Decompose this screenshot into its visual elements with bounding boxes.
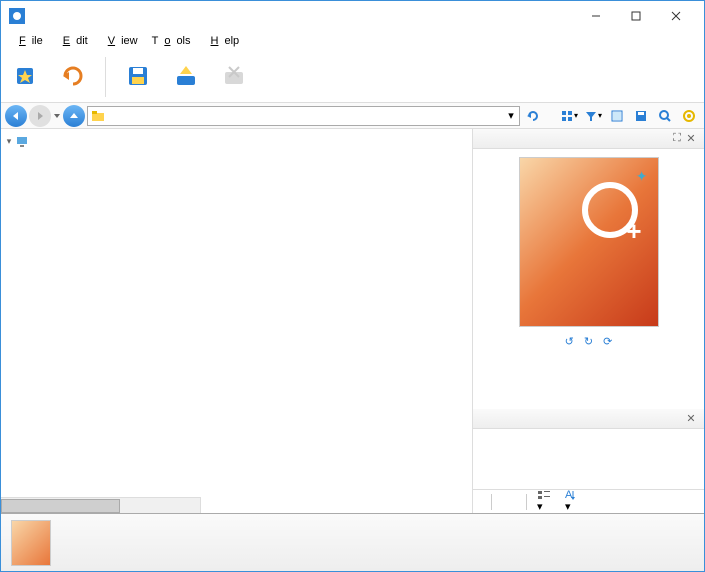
- nav-back-button[interactable]: [5, 105, 27, 127]
- mount-disk-button[interactable]: [166, 60, 206, 94]
- plus-icon: +: [626, 216, 641, 247]
- rotate-left-icon[interactable]: ↺: [565, 335, 574, 348]
- main-area: ▾ ⛶ ✕ ✦ +: [1, 129, 704, 513]
- file-panel: ⛶ ✕ ✦ + ↺ ↻ ⟳ ✕: [201, 129, 704, 513]
- preview-expand-icon[interactable]: ⛶: [670, 132, 684, 145]
- options-button[interactable]: [678, 105, 700, 127]
- menu-tools[interactable]: Tools: [146, 33, 197, 49]
- recovery-icon: [59, 62, 87, 90]
- preview-toggle-button[interactable]: [606, 105, 628, 127]
- svg-text:A: A: [565, 490, 573, 500]
- app-icon: [9, 8, 25, 24]
- recover-button[interactable]: [477, 500, 485, 504]
- folder-tree[interactable]: ▾: [1, 129, 201, 497]
- titlebar: [1, 1, 704, 31]
- toolbar: [1, 51, 704, 103]
- save-button[interactable]: [630, 105, 652, 127]
- mount-disk-icon: [172, 62, 200, 90]
- recovery-header: ✕: [473, 409, 704, 429]
- close-button[interactable]: [656, 2, 696, 30]
- nav-history-dropdown[interactable]: [53, 112, 61, 120]
- menu-view[interactable]: View: [96, 33, 144, 49]
- folder-icon: [91, 109, 105, 123]
- delete-button: [498, 500, 506, 504]
- preview-close-icon[interactable]: ✕: [684, 132, 698, 145]
- recovery-view-icon[interactable]: ▾: [533, 488, 555, 515]
- close-disk-icon: [220, 62, 248, 90]
- view-mode-button[interactable]: ▾: [558, 105, 580, 127]
- address-input[interactable]: [108, 110, 503, 122]
- brand-star-icon: ✦: [636, 168, 648, 185]
- close-disk-button: [214, 60, 254, 94]
- rotate-flip-icon[interactable]: ⟳: [603, 335, 612, 348]
- address-bar[interactable]: ▾: [87, 106, 520, 126]
- tree-scrollbar[interactable]: [1, 497, 200, 513]
- preview-image: ✦ +: [519, 157, 659, 327]
- minimize-button[interactable]: [576, 2, 616, 30]
- file-list[interactable]: [201, 129, 472, 513]
- menubar: File Edit View Tools Help: [1, 31, 704, 51]
- wizard-button[interactable]: [5, 60, 45, 94]
- recovery-list[interactable]: [473, 429, 704, 489]
- preview-header: ⛶ ✕: [473, 129, 704, 149]
- menu-help[interactable]: Help: [199, 33, 246, 49]
- save-disk-button[interactable]: [118, 60, 158, 94]
- computer-icon: [15, 135, 29, 149]
- nav-forward-button: [29, 105, 51, 127]
- filter-button[interactable]: ▾: [582, 105, 604, 127]
- address-dropdown[interactable]: ▾: [503, 109, 519, 122]
- recovery-toolbar: ▾ A▾: [473, 489, 704, 513]
- statusbar: [1, 513, 704, 571]
- maximize-button[interactable]: [616, 2, 656, 30]
- rotate-right-icon[interactable]: ↻: [584, 335, 593, 348]
- wizard-icon: [11, 62, 39, 90]
- menu-edit[interactable]: Edit: [51, 33, 94, 49]
- refresh-button[interactable]: [522, 105, 544, 127]
- recovery-close-icon[interactable]: ✕: [684, 412, 698, 425]
- menu-file[interactable]: File: [7, 33, 49, 49]
- preview-controls: ↺ ↻ ⟳: [565, 335, 613, 348]
- recovery-sort-icon[interactable]: A▾: [561, 488, 581, 515]
- tree-root[interactable]: ▾: [1, 133, 201, 150]
- search-button[interactable]: [654, 105, 676, 127]
- preview-body: ✦ + ↺ ↻ ⟳: [473, 149, 704, 409]
- save-disk-icon: [124, 62, 152, 90]
- navbar: ▾ ▾ ▾: [1, 103, 704, 129]
- clear-list-button[interactable]: [512, 500, 520, 504]
- nav-up-button[interactable]: [63, 105, 85, 127]
- right-panel: ⛶ ✕ ✦ + ↺ ↻ ⟳ ✕: [472, 129, 704, 513]
- status-thumbnail: [11, 520, 51, 566]
- recovery-button[interactable]: [53, 60, 93, 94]
